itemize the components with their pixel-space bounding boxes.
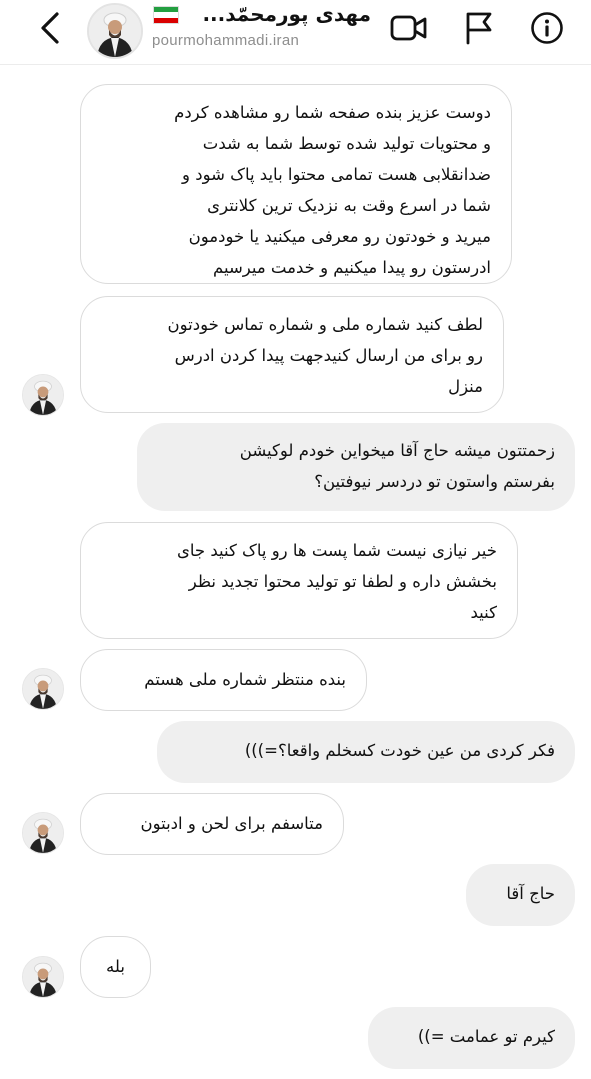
sender-avatar[interactable] <box>22 956 64 998</box>
message-line: بفرستم واستون تو دردسر نیوفتین؟ <box>314 472 555 491</box>
video-camera-icon <box>390 15 427 41</box>
video-call-button[interactable] <box>389 8 429 48</box>
flag-icon <box>466 12 492 45</box>
message-line: ضدانقلابی هست تمامی محتوا باید پاک شود و <box>182 165 491 184</box>
profile-avatar[interactable] <box>87 3 143 59</box>
avatar-icon <box>23 813 63 853</box>
message-incoming-2[interactable]: لطف کنید شماره ملی و شماره تماس خودتون ر… <box>80 296 504 413</box>
message-incoming-1[interactable]: دوست عزیز بنده صفحه شما رو مشاهده کردم و… <box>80 84 512 284</box>
message-outgoing-4[interactable]: کیرم تو عمامت =)) <box>368 1007 575 1069</box>
message-line: متاسفم برای لحن و ادبتون <box>140 814 323 833</box>
message-line: میرید و خودتون رو معرفی میکنید یا خودمون <box>188 227 491 246</box>
sender-avatar[interactable] <box>22 812 64 854</box>
message-incoming-6[interactable]: بله <box>80 936 151 998</box>
avatar-icon <box>89 5 141 57</box>
message-line: و محتویات تولید شده توسط شما به شدت <box>202 134 491 153</box>
sender-avatar[interactable] <box>22 668 64 710</box>
message-line: زحمتتون میشه حاج آقا میخواین خودم لوکیشن <box>239 441 555 460</box>
message-line: ادرستون رو پیدا میکنیم و خدمت میرسیم <box>212 258 491 277</box>
message-line: کنید <box>470 603 497 622</box>
message-line: شما در اسرع وقت به نزدیک ترین کلانتری <box>207 196 491 215</box>
message-line: فکر کردی من عین خودت کسخلم واقعا؟=))) <box>244 741 555 760</box>
flag-stripe-red <box>154 17 178 23</box>
message-line: حاج آقا <box>506 884 555 903</box>
sender-avatar[interactable] <box>22 374 64 416</box>
info-icon <box>531 12 563 44</box>
report-button[interactable] <box>459 8 499 48</box>
avatar-icon <box>23 957 63 997</box>
message-line: بخشش داره و لطفا تو تولید محتوا تجدید نظ… <box>188 572 497 591</box>
chat-header: مهدی پورمحمّد... pourmohammadi.iran <box>0 0 591 65</box>
message-line: کیرم تو عمامت =)) <box>417 1027 555 1046</box>
message-incoming-5[interactable]: متاسفم برای لحن و ادبتون <box>80 793 344 855</box>
message-outgoing-2[interactable]: فکر کردی من عین خودت کسخلم واقعا؟=))) <box>157 721 575 783</box>
message-line: دوست عزیز بنده صفحه شما رو مشاهده کردم <box>174 103 491 122</box>
message-line: منزل <box>448 377 483 396</box>
message-incoming-3[interactable]: خیر نیازی نیست شما پست ها رو پاک کنید جا… <box>80 522 518 639</box>
message-line: بنده منتظر شماره ملی هستم <box>144 670 346 689</box>
info-button[interactable] <box>527 8 567 48</box>
message-outgoing-1[interactable]: زحمتتون میشه حاج آقا میخواین خودم لوکیشن… <box>137 423 575 511</box>
message-line: خیر نیازی نیست شما پست ها رو پاک کنید جا… <box>176 541 497 560</box>
contact-name[interactable]: مهدی پورمحمّد... <box>151 2 371 28</box>
back-button[interactable] <box>30 8 70 48</box>
avatar-icon <box>23 375 63 415</box>
avatar-icon <box>23 669 63 709</box>
message-line: بله <box>106 957 125 976</box>
message-line: لطف کنید شماره ملی و شماره تماس خودتون <box>167 315 483 334</box>
message-line: رو برای من ارسال کنیدجهت پیدا کردن ادرس <box>174 346 483 365</box>
message-outgoing-3[interactable]: حاج آقا <box>466 864 575 926</box>
message-incoming-4[interactable]: بنده منتظر شماره ملی هستم <box>80 649 367 711</box>
chevron-left-icon <box>41 12 59 44</box>
contact-username[interactable]: pourmohammadi.iran <box>152 32 299 49</box>
iran-flag-icon <box>153 6 179 24</box>
